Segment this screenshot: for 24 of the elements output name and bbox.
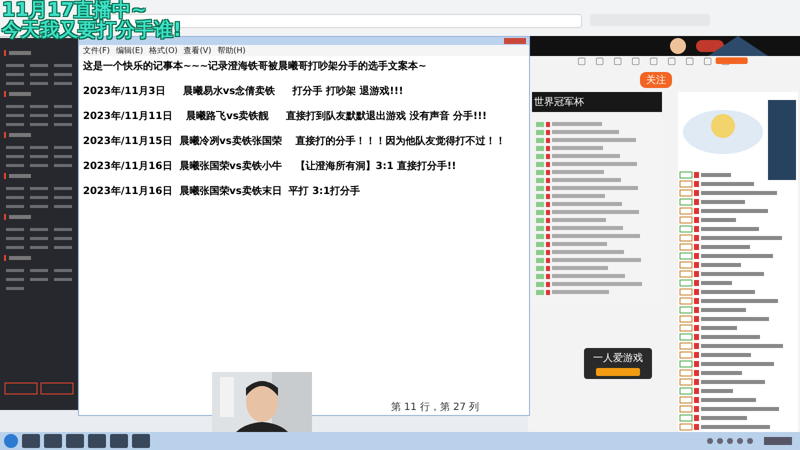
text-line: 2023年/11月3日 晨曦易水vs念倩卖铁 打分手 打吵架 退游戏!!!	[83, 85, 404, 98]
menu-item[interactable]: 格式(O)	[149, 45, 178, 56]
menu-item[interactable]: 文件(F)	[83, 45, 110, 56]
taskbar-app-icon[interactable]	[22, 434, 40, 448]
taskbar-app-icon[interactable]	[132, 434, 150, 448]
start-button[interactable]	[4, 434, 18, 448]
popup-title: 一人爱游戏	[593, 352, 643, 365]
menu-item[interactable]: 帮助(H)	[217, 45, 246, 56]
taskbar-app-icon[interactable]	[110, 434, 128, 448]
taskbar-app-icon[interactable]	[88, 434, 106, 448]
overlay-caption: 今天我又要打分手谁!	[2, 20, 182, 40]
taskbar-app-icon[interactable]	[44, 434, 62, 448]
menu-item[interactable]: 编辑(E)	[116, 45, 144, 56]
text-line: 2023年/11月15日 晨曦冷冽vs卖铁张国荣 直接打的分手！！！因为他队友觉得打不过！！	[83, 135, 507, 148]
taskbar-app-icon[interactable]	[66, 434, 84, 448]
banner-title: 世界冠军杯	[532, 92, 662, 112]
text-line: 这是一个快乐的记事本~~~记录澄海铁哥被晨曦哥打吵架分手的选手文案本~	[83, 60, 428, 73]
text-line: 2023年/11月11日 晨曦路飞vs卖铁靓 直接打到队友默默退出游戏 没有声音 分手!!!	[83, 110, 488, 123]
menu-item[interactable]: 查看(V)	[184, 45, 212, 56]
play-button[interactable]	[596, 368, 640, 376]
overlay-caption: 11月17直播中~	[2, 0, 147, 20]
text-line: 2023年/11月16日 晨曦张国荣vs卖铁末日 平打 3:1打分手	[83, 185, 362, 198]
status-text: 第 11 行，第 27 列	[390, 401, 479, 415]
text-line: 2023年/11月16日 晨曦张国荣vs卖铁小牛 【让澄海所有洞】3:1 直接打分手!!	[83, 160, 458, 173]
